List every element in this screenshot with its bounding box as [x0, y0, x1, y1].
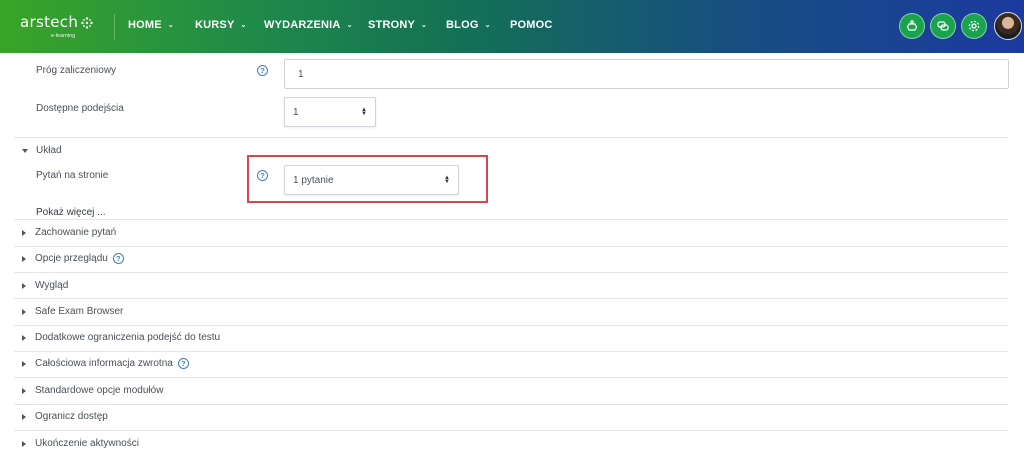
- divider: [14, 377, 1008, 378]
- brand-logo[interactable]: arstech e-learning: [20, 14, 100, 40]
- section-layout[interactable]: Układ: [22, 145, 62, 156]
- chevron-down-icon: ⌄: [484, 22, 491, 29]
- section-restrict-access[interactable]: Ogranicz dostęp: [22, 411, 108, 422]
- divider: [14, 351, 1008, 352]
- section-label: Zachowanie pytań: [35, 227, 117, 238]
- section-common-module-settings[interactable]: Standardowe opcje modułów: [22, 385, 163, 396]
- section-activity-completion[interactable]: Ukończenie aktywności: [22, 438, 139, 449]
- nav-item-blog[interactable]: BLOG ⌄: [446, 19, 491, 31]
- select-arrows-icon: ▲ ▼: [361, 107, 367, 117]
- pass-grade-input[interactable]: 1: [284, 59, 1009, 89]
- attempts-value: 1: [293, 106, 299, 118]
- section-label: Ogranicz dostęp: [35, 411, 108, 422]
- chevron-down-icon: ⌄: [346, 22, 353, 29]
- divider: [14, 430, 1008, 431]
- help-icon[interactable]: ?: [177, 358, 189, 369]
- nav-item-label: POMOC: [510, 19, 553, 31]
- expand-triangle-icon: [22, 387, 26, 394]
- section-label: Całościowa informacja zwrotna: [35, 358, 173, 369]
- expand-triangle-icon: [22, 229, 26, 236]
- divider: [14, 325, 1008, 326]
- section-safe-exam-browser[interactable]: Safe Exam Browser: [22, 306, 123, 317]
- divider: [14, 404, 1008, 405]
- highlight-box: [247, 155, 488, 203]
- section-label: Safe Exam Browser: [35, 306, 124, 317]
- nav-divider: [114, 14, 115, 40]
- nav-item-label: WYDARZENIA: [264, 19, 341, 31]
- divider: [14, 298, 1008, 299]
- pass-grade-help-icon[interactable]: ?: [257, 65, 268, 76]
- robot-button[interactable]: [899, 13, 925, 39]
- section-label: Dodatkowe ograniczenia podejść do testu: [35, 332, 221, 343]
- brand-mark-icon: [81, 16, 93, 29]
- section-question-behaviour[interactable]: Zachowanie pytań: [22, 227, 116, 238]
- section-review-options[interactable]: Opcje przeglądu ?: [22, 253, 124, 264]
- settings-gear-icon: [968, 20, 980, 32]
- expand-triangle-icon: [22, 440, 26, 447]
- divider: [14, 219, 1008, 220]
- nav-item-pomoc[interactable]: POMOC: [510, 19, 553, 31]
- show-more-link[interactable]: Pokaż więcej ...: [36, 207, 105, 218]
- brand-name: arstech: [20, 13, 79, 31]
- divider: [14, 137, 1008, 138]
- brand-tagline: e-learning: [51, 33, 76, 39]
- nav-item-label: BLOG: [446, 19, 479, 31]
- robot-icon: [906, 20, 918, 31]
- section-label: Standardowe opcje modułów: [35, 385, 164, 396]
- section-label: Opcje przeglądu: [35, 253, 108, 264]
- nav-item-label: KURSY: [195, 19, 235, 31]
- section-label: Ukończenie aktywności: [35, 438, 139, 449]
- help-icon[interactable]: ?: [112, 253, 124, 264]
- expand-triangle-icon: [22, 308, 26, 315]
- section-overall-feedback[interactable]: Całościowa informacja zwrotna ?: [22, 358, 189, 369]
- nav-item-home[interactable]: HOME ⌄: [128, 19, 174, 31]
- expand-triangle-icon: [22, 413, 26, 420]
- attempts-label: Dostępne podejścia: [36, 103, 124, 114]
- attempts-select[interactable]: 1 ▲ ▼: [284, 97, 376, 127]
- expand-triangle-icon: [22, 334, 26, 341]
- chat-button[interactable]: [930, 13, 956, 39]
- divider: [14, 246, 1008, 247]
- expand-triangle-icon: [22, 255, 26, 262]
- settings-button[interactable]: [961, 13, 987, 39]
- expand-triangle-icon: [22, 282, 26, 289]
- expand-triangle-icon: [22, 360, 26, 367]
- section-label: Układ: [36, 145, 62, 156]
- pass-grade-label: Próg zaliczeniowy: [36, 65, 117, 76]
- nav-item-label: HOME: [128, 19, 162, 31]
- user-avatar[interactable]: [994, 12, 1022, 40]
- nav-item-wydarzenia[interactable]: WYDARZENIA ⌄: [264, 19, 353, 31]
- chevron-down-icon: ⌄: [240, 22, 247, 29]
- divider: [14, 272, 1008, 273]
- section-label: Wygląd: [35, 280, 69, 291]
- nav-item-strony[interactable]: STRONY ⌄: [368, 19, 427, 31]
- collapse-triangle-icon: [22, 148, 28, 153]
- nav-item-label: STRONY: [368, 19, 416, 31]
- top-navbar: arstech e-learning HOME ⌄ KURSY ⌄ WYDARZEN…: [0, 0, 1024, 53]
- questions-per-page-label: Pytań na stronie: [36, 170, 109, 181]
- chat-icon: [937, 21, 949, 31]
- chevron-down-icon: ⌄: [167, 22, 174, 29]
- section-appearance[interactable]: Wygląd: [22, 280, 68, 291]
- section-extra-restrictions[interactable]: Dodatkowe ograniczenia podejść do testu: [22, 332, 220, 343]
- chevron-down-icon: ⌄: [421, 22, 428, 29]
- nav-item-kursy[interactable]: KURSY ⌄: [195, 19, 247, 31]
